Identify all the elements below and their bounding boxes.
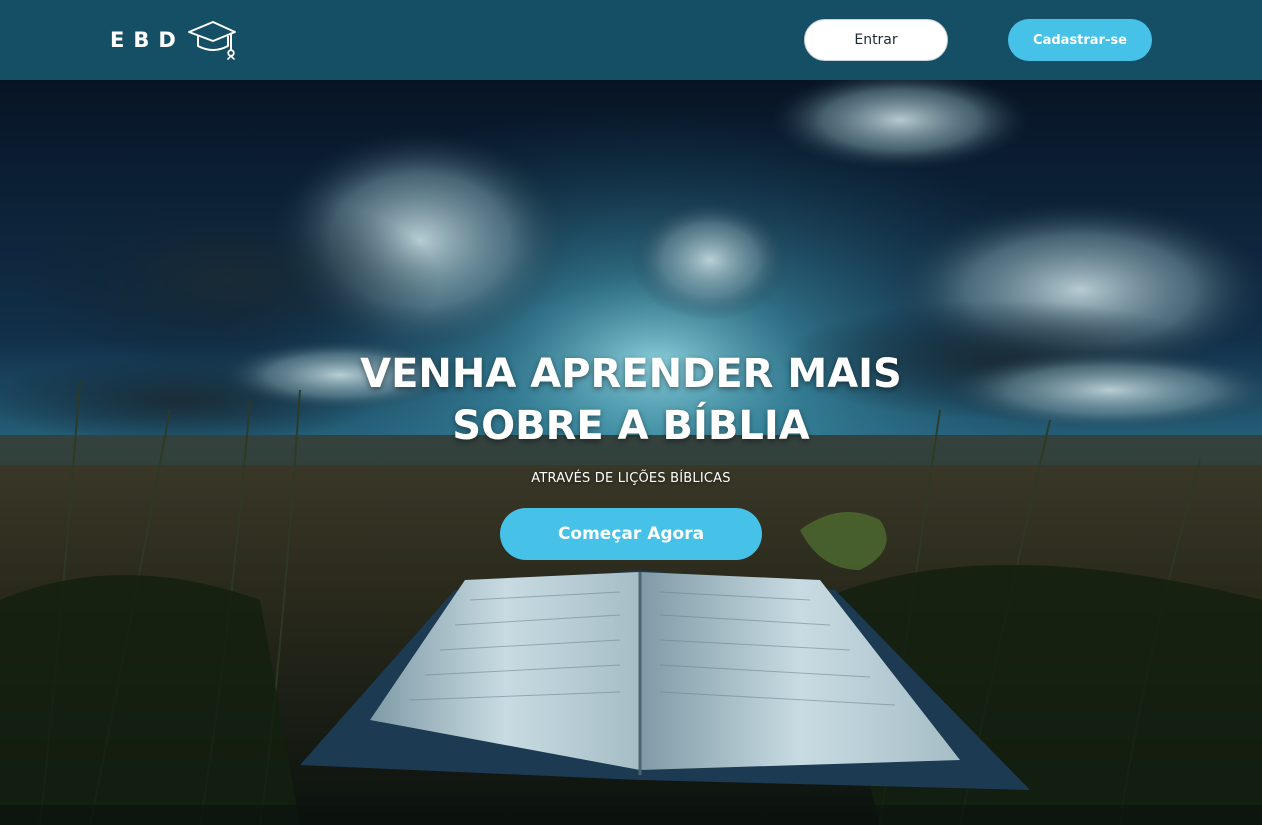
hero-title: VENHA APRENDER MAIS SOBRE A BÍBLIA [231, 348, 1031, 452]
hero-title-line-2: SOBRE A BÍBLIA [452, 403, 810, 449]
hero-title-line-1: VENHA APRENDER MAIS [360, 351, 902, 397]
hero-subtitle: ATRAVÉS DE LIÇÕES BÍBLICAS [531, 471, 731, 486]
login-button[interactable]: Entrar [804, 19, 948, 61]
start-now-button[interactable]: Começar Agora [500, 508, 762, 560]
brand-logo[interactable]: EBD [110, 18, 237, 62]
hero-background-image [0, 80, 1262, 825]
signup-button[interactable]: Cadastrar-se [1008, 19, 1152, 61]
graduation-cap-icon [187, 21, 236, 60]
top-navbar: EBD Entrar Cadastrar-se [0, 0, 1262, 80]
logo-text: EBD [110, 28, 185, 52]
hero-section: VENHA APRENDER MAIS SOBRE A BÍBLIA ATRAV… [0, 80, 1262, 825]
